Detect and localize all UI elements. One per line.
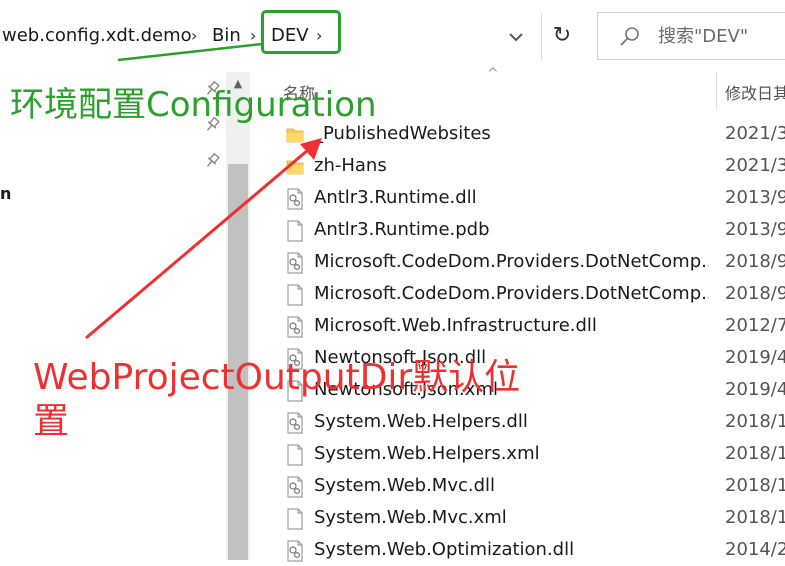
nav-item-fragment[interactable]: n [0,184,11,203]
breadcrumb-separator-icon[interactable]: › [250,24,256,48]
file-name: System.Web.Mvc.xml [314,507,507,528]
file-name: System.Web.Optimization.dll [314,539,575,560]
file-date-modified: 2013/9 [725,219,785,240]
annotation-output-dir-line2: 置 [33,401,70,442]
file-date-modified: 2018/9 [725,283,785,304]
file-date-modified: 2021/3 [725,123,785,144]
file-date-modified: 2018/1 [725,443,785,464]
highlight-box-dev [261,10,341,54]
file-name: Antlr3.Runtime.dll [314,187,477,208]
address-bar[interactable]: web.config.xdt.demo › Bin › DEV › [0,0,540,72]
annotation-output-dir-line1: WebProjectOutputDir默认位 [33,357,521,398]
file-icon [287,444,303,466]
dll-file-icon [287,540,303,562]
file-row[interactable]: Antlr3.Runtime.pdb 2013/9 [250,214,785,246]
file-icon [287,508,303,530]
file-date-modified: 2013/9 [725,187,785,208]
file-date-modified: 2018/1 [725,411,785,432]
file-name: System.Web.Helpers.dll [314,411,528,432]
file-name: System.Web.Mvc.dll [314,475,496,496]
column-divider[interactable] [716,72,717,110]
file-row[interactable]: zh-Hans 2021/3 [250,150,785,182]
dll-file-icon [287,188,303,210]
annotation-environment-config: 环境配置Configuration [10,85,377,125]
file-row[interactable]: System.Web.Mvc.xml 2018/1 [250,502,785,534]
file-date-modified: 2019/4 [725,379,785,400]
file-name: Microsoft.CodeDom.Providers.DotNetComp..… [314,251,709,272]
folder-icon [286,160,304,175]
file-name: zh-Hans [314,155,387,176]
file-date-modified: 2012/7 [725,315,785,336]
file-icon [287,284,303,306]
file-row[interactable]: System.Web.Helpers.xml 2018/1 [250,438,785,470]
breadcrumb-separator-icon[interactable]: › [191,24,197,48]
search-input[interactable]: 搜索"DEV" [597,12,785,60]
sort-ascending-icon: ^ [487,66,499,82]
chevron-down-icon[interactable] [505,24,527,50]
file-date-modified: 2018/1 [725,475,785,496]
dll-file-icon [287,252,303,274]
file-date-modified: 2018/1 [725,507,785,528]
file-row[interactable]: Microsoft.CodeDom.Providers.DotNetComp..… [250,278,785,310]
pin-icon[interactable] [203,152,221,170]
file-date-modified: 2018/9 [725,251,785,272]
file-icon [287,220,303,242]
breadcrumb-item-web-config-xdt-demo[interactable]: web.config.xdt.demo [2,24,192,48]
column-header-date-modified[interactable]: 修改日其 [725,80,785,104]
file-date-modified: 2014/2 [725,539,785,560]
breadcrumb-item-bin[interactable]: Bin [212,24,241,48]
nav-scrollbar[interactable]: ▲ [226,72,250,560]
dll-file-icon [287,316,303,338]
dll-file-icon [287,412,303,434]
file-row[interactable]: Antlr3.Runtime.dll 2013/9 [250,182,785,214]
file-name: Microsoft.Web.Infrastructure.dll [314,315,597,336]
file-name: Antlr3.Runtime.pdb [314,219,490,240]
file-row[interactable]: System.Web.Optimization.dll 2014/2 [250,534,785,566]
folder-icon [286,128,304,143]
dll-file-icon [287,476,303,498]
file-name: System.Web.Helpers.xml [314,443,540,464]
file-row[interactable]: Microsoft.CodeDom.Providers.DotNetComp..… [250,246,785,278]
file-date-modified: 2019/4 [725,347,785,368]
refresh-icon[interactable]: ↻ [549,22,575,50]
file-row[interactable]: System.Web.Mvc.dll 2018/1 [250,470,785,502]
search-icon [620,27,639,46]
navigation-pane: n [0,72,226,560]
file-name: Microsoft.CodeDom.Providers.DotNetComp..… [314,283,709,304]
file-row[interactable]: System.Web.Helpers.dll 2018/1 [250,406,785,438]
toolbar-divider [541,14,542,60]
file-date-modified: 2021/3 [725,155,785,176]
file-row[interactable]: Microsoft.Web.Infrastructure.dll 2012/7 [250,310,785,342]
search-placeholder: 搜索"DEV" [658,26,749,47]
